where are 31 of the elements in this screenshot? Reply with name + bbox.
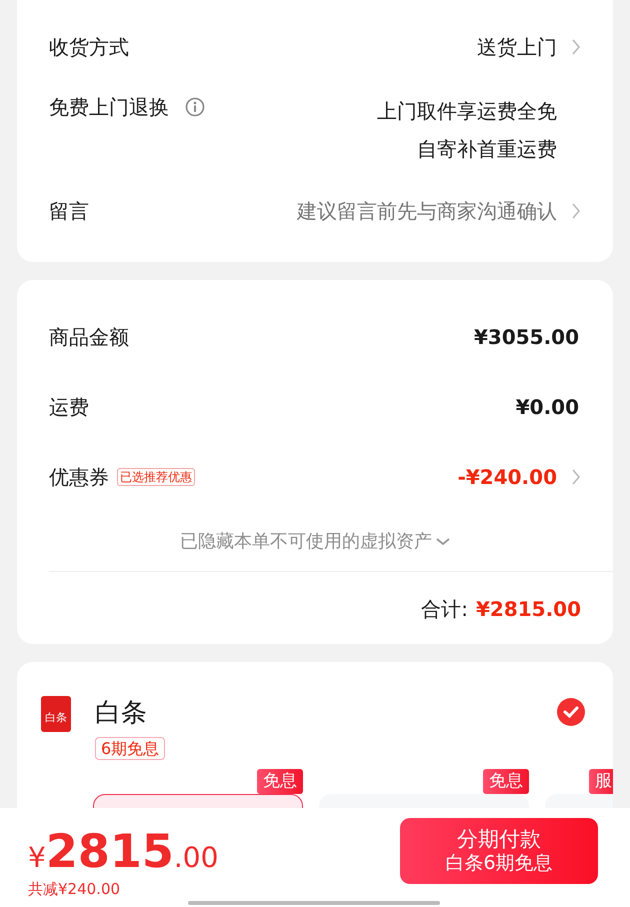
delivery-method-value[interactable]: 送货上门 — [477, 32, 557, 62]
total-label: 合计: — [421, 596, 468, 623]
row-label: 优惠券 — [49, 464, 109, 491]
payment-name: 白条 — [95, 697, 148, 730]
interest-free-tag: 6期免息 — [95, 737, 166, 760]
row-label: 留言 — [49, 198, 89, 225]
checkmark-icon[interactable] — [557, 698, 585, 726]
plan-tag: 服 — [589, 769, 613, 794]
discount-amount[interactable]: -¥240.00 — [458, 462, 557, 492]
row-label: 商品金额 — [49, 324, 129, 351]
chevron-icon — [571, 202, 581, 220]
row-label: 收货方式 — [49, 34, 129, 61]
chevron-icon — [571, 38, 581, 56]
chevron-icon — [571, 468, 581, 486]
plan-tag: 免息 — [257, 769, 303, 794]
row-label: 运费 — [49, 394, 89, 421]
plan-tag: 免息 — [483, 769, 529, 794]
chevron-down-icon — [436, 538, 450, 546]
info-icon[interactable] — [185, 97, 205, 117]
saving-text: 共减¥240.00 — [28, 879, 122, 900]
pay-button[interactable]: 分期付款 白条6期免息 — [400, 818, 598, 884]
pay-amount: ¥2815.00 — [28, 828, 218, 874]
row-label: 免费上门退换 — [49, 94, 169, 121]
total-value: ¥2815.00 — [476, 596, 581, 623]
amount-value: ¥0.00 — [516, 394, 579, 421]
info-line: 自寄补首重运费 — [416, 136, 557, 163]
payment-logo: 白条 — [41, 696, 71, 732]
coupon-tag: 已选推荐优惠 — [117, 468, 195, 486]
hidden-assets-toggle[interactable]: 已隐藏本单不可使用的虚拟资产 — [180, 528, 432, 555]
info-line: 上门取件享运费全免 — [377, 98, 557, 125]
amount-value: ¥3055.00 — [474, 324, 579, 351]
